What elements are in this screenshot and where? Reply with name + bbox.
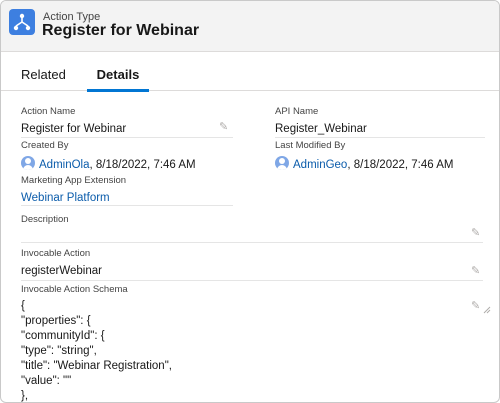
field-value: Register for Webinar — [21, 123, 127, 135]
field-label: Created By — [21, 140, 69, 151]
field-value: Register_Webinar — [275, 123, 367, 135]
user-link[interactable]: AdminOla — [39, 159, 90, 171]
tab-details[interactable]: Details — [87, 52, 149, 92]
schema-line: }, — [21, 390, 29, 402]
flow-icon — [9, 9, 35, 35]
field-description: Description — [21, 214, 481, 230]
field-last-modified-by: Last Modified By AdminGeo, 8/18/2022, 7:… — [275, 140, 495, 172]
schema-line: "value": "" — [21, 375, 72, 387]
avatar — [21, 156, 35, 170]
schema-line: "title": "Webinar Registration", — [21, 360, 172, 372]
field-api-name: API Name Register_Webinar — [275, 106, 485, 136]
schema-line: { — [21, 300, 25, 312]
field-label: API Name — [275, 106, 319, 117]
field-label: Invocable Action Schema — [21, 284, 128, 295]
field-value: registerWebinar — [21, 265, 102, 277]
avatar — [275, 156, 289, 170]
schema-line: "type": "string", — [21, 345, 97, 357]
edit-pencil-icon[interactable]: ✎ — [219, 121, 231, 133]
field-label: Description — [21, 214, 69, 225]
field-divider — [21, 205, 233, 206]
tab-related[interactable]: Related — [21, 52, 66, 91]
field-invocable-action-schema: Invocable Action Schema — [21, 284, 481, 296]
record-header: Action Type Register for Webinar — [1, 1, 499, 52]
field-divider — [21, 280, 483, 281]
tab-bar: Related Details — [1, 52, 499, 92]
field-value: AdminGeo, 8/18/2022, 7:46 AM — [275, 156, 495, 172]
record-page: Action Type Register for Webinar Related… — [0, 0, 500, 403]
field-divider — [275, 137, 485, 138]
schema-code-block: { "properties": { "communityId": { "type… — [21, 299, 461, 402]
resize-handle-icon[interactable] — [481, 304, 491, 314]
marketing-app-extension-link[interactable]: Webinar Platform — [21, 191, 251, 205]
field-label: Action Name — [21, 106, 76, 117]
schema-line: "communityId": { — [21, 330, 105, 342]
field-marketing-app-extension: Marketing App Extension Webinar Platform — [21, 175, 251, 205]
user-link[interactable]: AdminGeo — [293, 159, 347, 171]
field-label: Last Modified By — [275, 140, 346, 151]
field-action-name: Action Name Register for Webinar — [21, 106, 231, 136]
field-divider — [21, 137, 233, 138]
field-label: Invocable Action — [21, 248, 91, 259]
field-invocable-action: Invocable Action registerWebinar — [21, 248, 481, 278]
field-divider — [21, 242, 483, 243]
modified-date: , 8/18/2022, 7:46 AM — [347, 159, 454, 171]
edit-pencil-icon[interactable]: ✎ — [471, 227, 483, 239]
created-date: , 8/18/2022, 7:46 AM — [89, 159, 196, 171]
field-created-by: Created By AdminOla, 8/18/2022, 7:46 AM — [21, 140, 251, 172]
record-title: Register for Webinar — [42, 22, 200, 39]
edit-pencil-icon[interactable]: ✎ — [471, 265, 483, 277]
schema-line: "properties": { — [21, 315, 91, 327]
field-label: Marketing App Extension — [21, 175, 127, 186]
field-value: AdminOla, 8/18/2022, 7:46 AM — [21, 156, 251, 172]
